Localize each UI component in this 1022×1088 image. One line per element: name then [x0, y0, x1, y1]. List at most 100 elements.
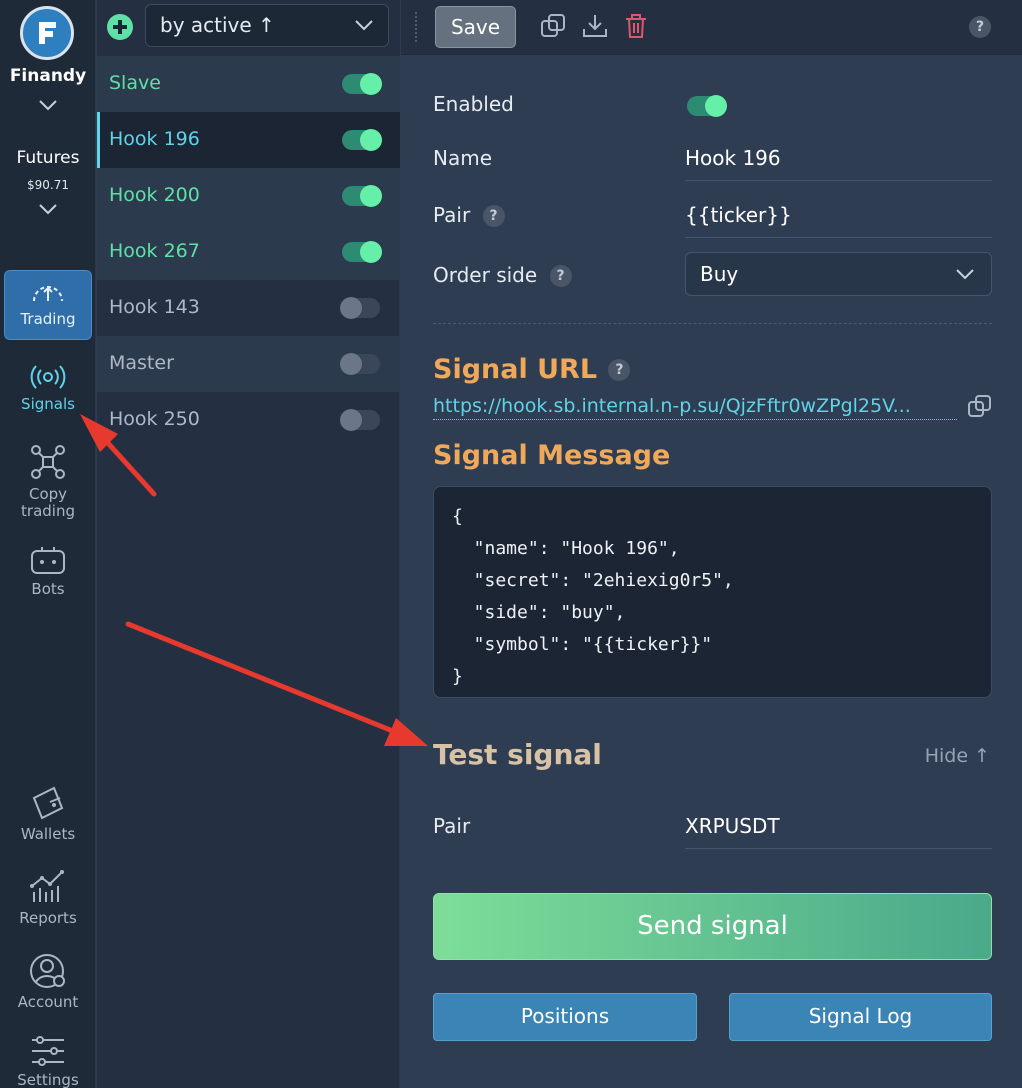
chart-icon: [30, 870, 64, 902]
trash-icon[interactable]: [622, 12, 650, 40]
user-gear-icon: [30, 954, 65, 988]
copy-url-icon[interactable]: [967, 394, 993, 420]
nav-wallets[interactable]: Wallets: [4, 784, 92, 843]
copy-icon[interactable]: [539, 12, 567, 40]
network-icon: [31, 445, 65, 479]
order-side-label: Order side ?: [433, 263, 572, 287]
left-nav: Finandy Futures $90.71 Trading Signals C…: [0, 0, 96, 1088]
nav-label: trading: [21, 502, 75, 520]
hook-toggle[interactable]: [340, 353, 380, 375]
account-balance: $90.71: [27, 178, 69, 192]
drag-handle[interactable]: [415, 12, 417, 42]
pair-label-text: Pair: [433, 203, 471, 227]
help-icon[interactable]: ?: [608, 359, 631, 381]
help-icon[interactable]: ?: [482, 205, 505, 227]
signal-url-link[interactable]: https://hook.sb.internal.n-p.su/QjzFftr0…: [433, 395, 957, 420]
hook-row[interactable]: Hook 196: [97, 112, 400, 168]
nav-label: Signals: [21, 395, 75, 413]
test-pair-label: Pair: [433, 814, 471, 838]
hook-row[interactable]: Hook 143: [97, 280, 400, 336]
signal-log-button[interactable]: Signal Log: [729, 993, 992, 1041]
hook-name: Hook 196: [109, 128, 200, 150]
nav-trading[interactable]: Trading: [4, 270, 92, 340]
download-icon[interactable]: [581, 12, 609, 40]
wallet-icon: [32, 786, 64, 820]
detail-toolbar: Save ?: [401, 0, 1022, 55]
hook-name: Hook 143: [109, 296, 200, 318]
chevron-down-icon: [956, 269, 974, 280]
sort-label: by active ↑: [160, 13, 275, 37]
hide-link[interactable]: Hide ↑: [925, 745, 990, 767]
order-side-select[interactable]: Buy: [685, 252, 992, 296]
hook-toggle[interactable]: [340, 297, 380, 319]
nav-label: Settings: [17, 1071, 79, 1088]
code-line: "side": "buy",: [452, 602, 626, 623]
code-line: "symbol": "{{ticker}}": [452, 634, 713, 655]
hook-toggle[interactable]: [342, 129, 382, 151]
sort-select[interactable]: by active ↑: [145, 4, 389, 47]
chevron-down-icon[interactable]: [38, 202, 58, 216]
list-toolbar: by active ↑: [97, 0, 400, 55]
hook-name: Hook 200: [109, 184, 200, 206]
nav-label: Trading: [20, 310, 76, 328]
signal-url-heading: Signal URL ?: [433, 354, 631, 385]
nav-settings[interactable]: Settings: [4, 1034, 92, 1088]
brand-name: Finandy: [9, 66, 87, 86]
code-line: }: [452, 666, 463, 687]
chevron-down-icon[interactable]: [38, 98, 58, 112]
name-label: Name: [433, 146, 493, 170]
hook-toggle[interactable]: [340, 409, 380, 431]
hook-row[interactable]: Slave: [97, 56, 400, 112]
hook-toggle[interactable]: [342, 241, 382, 263]
signal-url-heading-text: Signal URL: [433, 354, 598, 385]
account-type[interactable]: Futures: [0, 148, 96, 168]
hook-toggle[interactable]: [342, 73, 382, 95]
code-line: {: [452, 506, 463, 527]
hook-row[interactable]: Hook 267: [97, 224, 400, 280]
signal-message-heading: Signal Message: [433, 440, 671, 471]
finandy-logo[interactable]: [20, 6, 74, 60]
order-side-value: Buy: [700, 262, 739, 286]
robot-icon: [31, 547, 65, 574]
test-pair-input[interactable]: XRPUSDT: [685, 814, 992, 849]
hook-detail: Save ? Enabled Name Hook 196 Pair ? {{ti…: [401, 0, 1022, 1088]
hook-name: Hook 267: [109, 240, 200, 262]
test-signal-heading: Test signal: [433, 738, 602, 771]
send-signal-button[interactable]: Send signal: [433, 893, 992, 960]
save-button[interactable]: Save: [435, 6, 516, 48]
pair-input[interactable]: {{ticker}}: [685, 203, 992, 238]
signal-message-code[interactable]: { "name": "Hook 196", "secret": "2ehiexi…: [433, 486, 992, 698]
hook-row[interactable]: Hook 200: [97, 168, 400, 224]
nav-copy-trading[interactable]: Copy trading: [4, 442, 92, 520]
nav-label: Reports: [19, 909, 77, 927]
chevron-down-icon: [355, 20, 373, 31]
nav-signals[interactable]: Signals: [4, 362, 92, 413]
positions-button[interactable]: Positions: [433, 993, 697, 1041]
nav-account[interactable]: Account: [4, 952, 92, 1011]
nav-bots[interactable]: Bots: [4, 545, 92, 598]
hook-toggle[interactable]: [342, 185, 382, 207]
code-line: "name": "Hook 196",: [452, 538, 680, 559]
order-side-label-text: Order side: [433, 263, 538, 287]
hook-name: Slave: [109, 72, 161, 94]
help-icon[interactable]: ?: [549, 265, 572, 287]
logo-mark-icon: [39, 22, 56, 44]
enabled-label: Enabled: [433, 92, 514, 116]
help-icon[interactable]: ?: [969, 16, 991, 38]
broadcast-icon: [30, 365, 66, 389]
hook-row[interactable]: Hook 250: [97, 392, 400, 448]
code-line: "secret": "2ehiexig0r5",: [452, 570, 734, 591]
name-input[interactable]: Hook 196: [685, 146, 992, 181]
nav-reports[interactable]: Reports: [4, 868, 92, 927]
sliders-icon: [32, 1036, 64, 1066]
hook-name: Hook 250: [109, 408, 200, 430]
hook-row[interactable]: Master: [97, 336, 400, 392]
enabled-toggle[interactable]: [687, 95, 727, 117]
hook-name: Master: [109, 352, 174, 374]
nav-label: Copy: [28, 485, 68, 503]
hook-list: by active ↑ Slave Hook 196 Hook 200 Hook…: [97, 0, 400, 1088]
pair-label: Pair ?: [433, 203, 505, 227]
section-divider: [433, 323, 992, 324]
add-hook-button[interactable]: [107, 14, 133, 40]
gauge-icon: [33, 286, 63, 302]
